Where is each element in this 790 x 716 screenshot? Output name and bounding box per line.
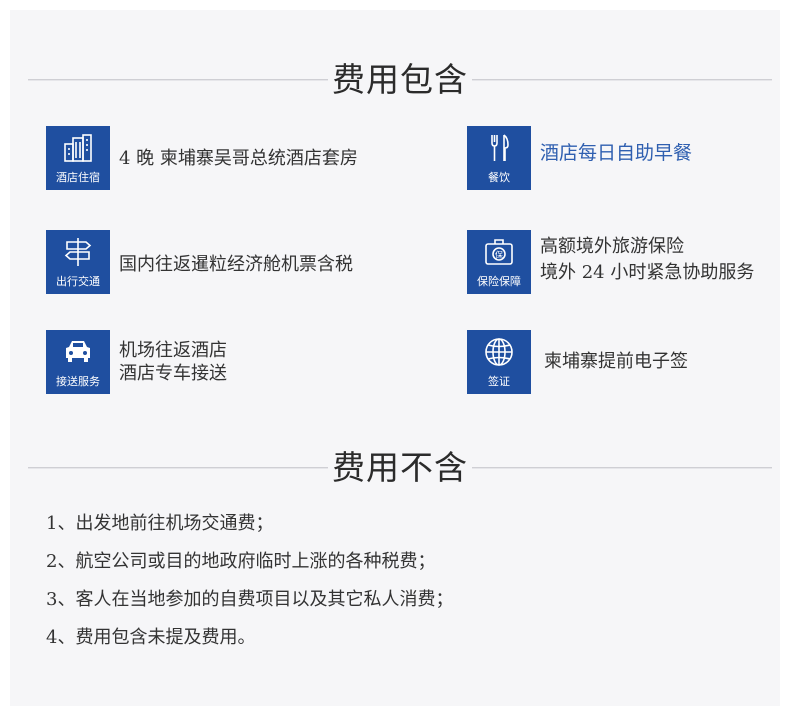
insurance-caption: 保险保障 [477, 275, 521, 288]
visa-desc: 柬埔寨提前电子签 [544, 351, 688, 372]
pickup-desc-line2: 酒店专车接送 [119, 363, 227, 384]
divider-left [28, 467, 328, 469]
dining-caption: 餐饮 [488, 171, 510, 184]
divider-left [28, 79, 328, 81]
transport-caption: 出行交通 [56, 275, 100, 288]
hotel-desc: 4 晚 柬埔寨吴哥总统酒店套房 [119, 148, 358, 169]
excluded-item: 3、客人在当地参加的自费项目以及其它私人消费； [46, 589, 454, 610]
excluded-list: 1、出发地前往机场交通费； 2、航空公司或目的地政府临时上涨的各种税费； 3、客… [46, 510, 453, 662]
insurance-badge: 保 保险保障 [467, 230, 531, 294]
excluded-section-header: 费用不含 [0, 448, 790, 488]
included-section-header: 费用包含 [0, 60, 790, 100]
car-icon [66, 341, 90, 362]
dining-badge: 餐饮 [467, 126, 531, 190]
excluded-item: 4、费用包含未提及费用。 [46, 627, 256, 648]
pickup-caption: 接送服务 [56, 375, 100, 388]
included-title: 费用包含 [332, 60, 468, 99]
hotel-caption: 酒店住宿 [56, 171, 100, 184]
divider-right [472, 467, 772, 469]
dining-desc: 酒店每日自助早餐 [540, 142, 693, 164]
hotel-badge: 酒店住宿 [46, 126, 110, 190]
insurance-desc-line1: 高额境外旅游保险 [540, 236, 684, 257]
pickup-badge: 接送服务 [46, 330, 110, 394]
hotel-icon [64, 134, 92, 162]
excluded-title: 费用不含 [332, 448, 468, 487]
insurance-desc-line2: 境外 24 小时紧急协助服务 [540, 262, 755, 283]
dining-icon [491, 134, 509, 161]
insurance-icon: 保 [485, 239, 513, 265]
excluded-item: 1、出发地前往机场交通费； [46, 513, 274, 534]
transport-badge: 出行交通 [46, 230, 110, 294]
transport-desc: 国内往返暹粒经济舱机票含税 [119, 254, 353, 275]
pickup-desc-line1: 机场往返酒店 [119, 340, 227, 361]
excluded-item: 2、航空公司或目的地政府临时上涨的各种税费； [46, 551, 436, 572]
signpost-icon [64, 238, 92, 266]
visa-caption: 签证 [488, 375, 510, 388]
divider-right [472, 79, 772, 81]
visa-badge: 签证 [467, 330, 531, 394]
globe-icon [485, 338, 513, 366]
svg-text:保: 保 [495, 250, 503, 260]
